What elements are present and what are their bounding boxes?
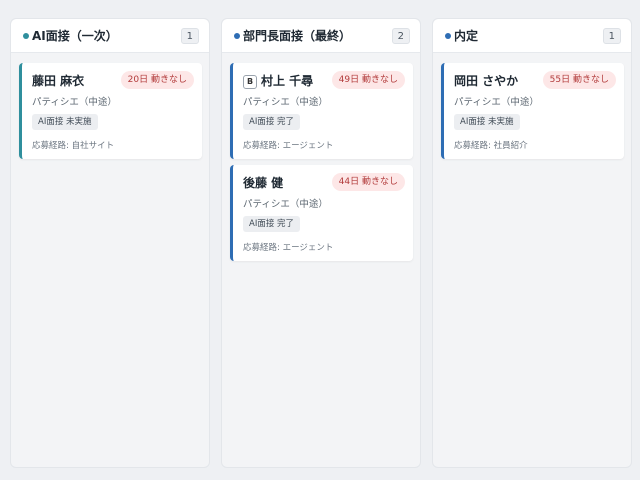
inactivity-badge: 49日 動きなし	[331, 71, 405, 89]
application-source: 応募経路: 自社サイト	[32, 141, 115, 151]
candidate-name: 後藤 健	[243, 176, 284, 190]
column-title: 部門長面接（最終）	[243, 29, 352, 43]
candidate-card[interactable]: 後藤 健 44日 動きなし パティシエ（中途） AI面接 完了 応募経路: エー…	[230, 165, 413, 261]
column-count-badge: 1	[180, 28, 199, 44]
column-final-interview: 部門長面接（最終） 2 B 村上 千尋 49日 動きなし パティシエ（中途） AI…	[221, 18, 421, 468]
ai-interview-status: AI面接 完了	[243, 114, 301, 130]
column-title: AI面接（一次）	[32, 29, 118, 43]
candidate-role: パティシエ（中途）	[454, 97, 539, 108]
candidate-name: B 村上 千尋	[243, 72, 313, 89]
ai-interview-status: AI面接 完了	[243, 216, 301, 232]
inactivity-badge: 55日 動きなし	[542, 71, 616, 89]
application-source: 応募経路: エージェント	[243, 141, 334, 151]
column-header: 部門長面接（最終） 2	[222, 19, 420, 53]
candidate-role: パティシエ（中途）	[243, 97, 328, 108]
column-offer: 内定 1 岡田 さやか 55日 動きなし パティシエ（中途） AI面接 未実施 …	[432, 18, 632, 468]
candidate-card[interactable]: B 村上 千尋 49日 動きなし パティシエ（中途） AI面接 完了 応募経路: …	[230, 63, 413, 159]
column-count-badge: 2	[391, 28, 410, 44]
candidate-card[interactable]: 岡田 さやか 55日 動きなし パティシエ（中途） AI面接 未実施 応募経路:…	[441, 63, 624, 159]
kanban-board: AI面接（一次） 1 藤田 麻衣 20日 動きなし パティシエ（中途） AI面接…	[0, 0, 640, 480]
column-count-badge: 1	[602, 28, 621, 44]
column-header: AI面接（一次） 1	[11, 19, 209, 53]
column-header: 内定 1	[433, 19, 631, 53]
column-title: 内定	[454, 29, 479, 43]
column-ai-interview: AI面接（一次） 1 藤田 麻衣 20日 動きなし パティシエ（中途） AI面接…	[10, 18, 210, 468]
status-dot-icon	[234, 33, 240, 39]
inactivity-badge: 20日 動きなし	[120, 71, 194, 89]
inactivity-badge: 44日 動きなし	[331, 173, 405, 191]
candidate-card[interactable]: 藤田 麻衣 20日 動きなし パティシエ（中途） AI面接 未実施 応募経路: …	[19, 63, 202, 159]
candidate-role: パティシエ（中途）	[32, 97, 117, 108]
status-dot-icon	[445, 33, 451, 39]
rank-tag: B	[243, 75, 257, 89]
candidate-name: 藤田 麻衣	[32, 74, 85, 88]
ai-interview-status: AI面接 未実施	[454, 114, 520, 130]
candidate-name: 岡田 さやか	[454, 74, 519, 88]
application-source: 応募経路: エージェント	[243, 243, 334, 253]
status-dot-icon	[23, 33, 29, 39]
candidate-role: パティシエ（中途）	[243, 199, 328, 210]
application-source: 応募経路: 社員紹介	[454, 141, 528, 151]
ai-interview-status: AI面接 未実施	[32, 114, 98, 130]
